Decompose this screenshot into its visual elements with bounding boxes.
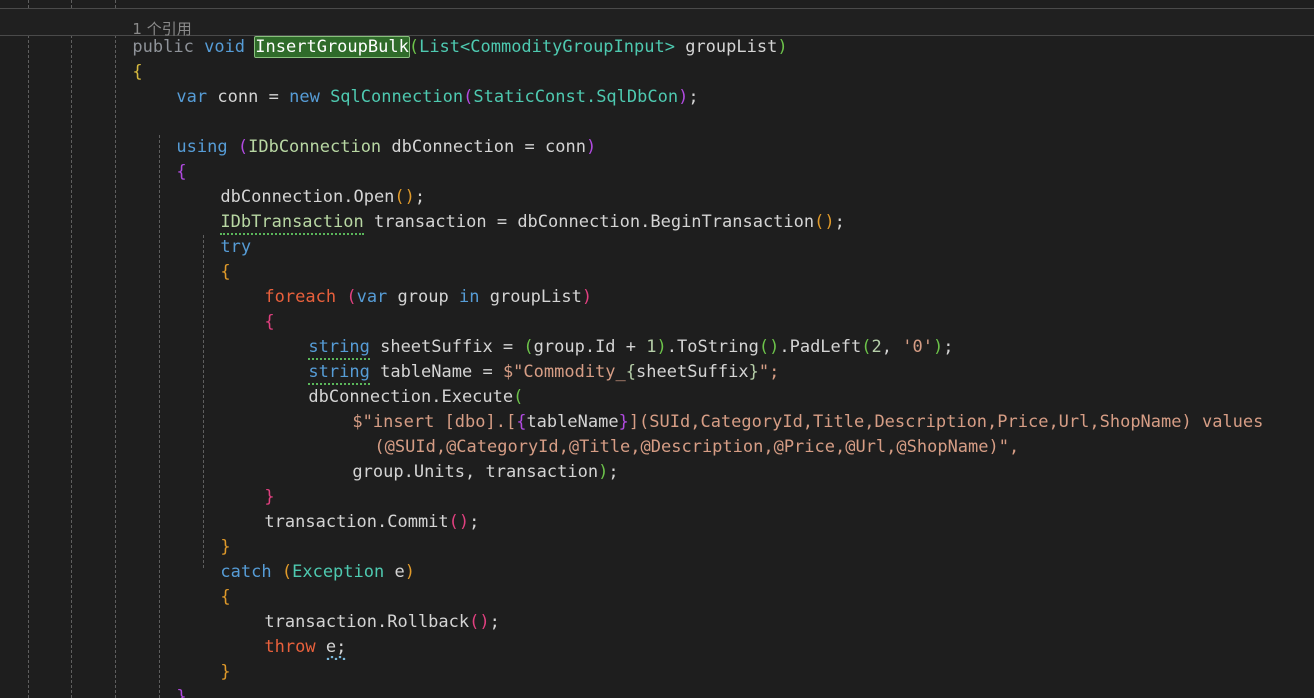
type-sqlconnection: SqlConnection bbox=[330, 87, 464, 107]
code-text-layer[interactable]: 1 个引用 public void InsertGroupBulk(List<C… bbox=[0, 0, 1314, 698]
line-execute-call: dbConnection.Execute( bbox=[308, 387, 524, 407]
keyword-in: in bbox=[458, 287, 480, 307]
param-name: groupList bbox=[685, 37, 778, 57]
interp-expr-sheetsuffix: sheetSuffix bbox=[636, 362, 749, 382]
ident-transaction: transaction bbox=[373, 212, 487, 232]
line-var-conn: var conn = new SqlConnection(StaticConst… bbox=[176, 87, 699, 107]
paren-open-icon: ( bbox=[408, 37, 420, 57]
param-type: List<CommodityGroupInput> bbox=[419, 37, 675, 57]
type-exception: Exception bbox=[292, 562, 385, 582]
find-match-method-name[interactable]: InsertGroupBulk bbox=[254, 36, 410, 58]
keyword-var: var bbox=[176, 87, 208, 107]
line-table-name: string tableName = $"Commodity_{sheetSuf… bbox=[247, 335, 779, 385]
line-using-close-brace: } bbox=[115, 660, 186, 698]
line-try: try bbox=[159, 210, 251, 257]
line-method-close-brace: } bbox=[71, 685, 143, 698]
line-catch: catch (Exception e) bbox=[220, 562, 415, 582]
line-execute-args: group.Units, transaction); bbox=[352, 462, 619, 482]
line-sql-values: (@SUId,@CategoryId,@Title,@Description,@… bbox=[313, 410, 1019, 457]
line-open-connection: dbConnection.Open(); bbox=[220, 187, 426, 207]
line-sheet-suffix: string sheetSuffix = (group.Id + 1).ToSt… bbox=[247, 310, 953, 360]
ident-dbconnection: dbConnection bbox=[391, 137, 515, 157]
ident-grouplist: groupList bbox=[489, 287, 582, 307]
code-editor-viewport[interactable]: 1 个引用 public void InsertGroupBulk(List<C… bbox=[0, 0, 1314, 698]
line-try-open-brace: { bbox=[159, 235, 230, 282]
keyword-var-2: var bbox=[356, 287, 388, 307]
line-throw: throw e; bbox=[203, 610, 346, 657]
arg-staticconst-sqldbcon: StaticConst.SqlDbCon bbox=[473, 87, 679, 107]
ident-throw-var: e; bbox=[325, 637, 347, 657]
line-sql-insert: $"insert [dbo].[{tableName}](SUId,Catego… bbox=[291, 385, 1263, 432]
line-catch-open-brace: { bbox=[159, 560, 230, 607]
ident-conn-ref: conn bbox=[545, 137, 586, 157]
line-foreach: foreach (var group in groupList) bbox=[264, 287, 593, 307]
line-method-open-brace: { bbox=[71, 35, 142, 82]
number-two: 2 bbox=[871, 337, 882, 357]
interp-string-suffix: "; bbox=[758, 362, 780, 382]
char-literal-zero: '0' bbox=[902, 337, 933, 357]
line-foreach-open-brace: { bbox=[203, 285, 274, 332]
interp-brace-close: } bbox=[748, 362, 759, 382]
ident-group: group bbox=[397, 287, 449, 307]
interp-brace-open: { bbox=[625, 362, 637, 382]
line-foreach-close-brace: } bbox=[203, 460, 274, 507]
line-method-signature[interactable]: public void InsertGroupBulk(List<Commodi… bbox=[71, 10, 788, 58]
operator-assign-2: = bbox=[524, 137, 535, 157]
line-rollback: transaction.Rollback(); bbox=[264, 612, 500, 632]
keyword-throw: throw bbox=[264, 637, 316, 657]
keyword-void: void bbox=[204, 37, 246, 57]
line-begin-transaction: IDbTransaction transaction = dbConnectio… bbox=[159, 185, 845, 235]
line-commit: transaction.Commit(); bbox=[264, 512, 480, 532]
brace-close-lvl2: } bbox=[176, 687, 187, 698]
type-idbconnection: IDbConnection bbox=[248, 137, 382, 157]
keyword-new: new bbox=[289, 87, 320, 107]
operator-assign: = bbox=[268, 87, 279, 107]
line-using-statement: using (IDbConnection dbConnection = conn… bbox=[176, 137, 597, 157]
line-try-close-brace: } bbox=[159, 510, 230, 557]
operator-assign-3: = bbox=[496, 212, 508, 232]
brace-close-lvl3b: } bbox=[220, 662, 231, 682]
line-catch-close-brace: } bbox=[159, 635, 230, 682]
ident-exception-var: e bbox=[394, 562, 405, 582]
keyword-foreach: foreach bbox=[264, 287, 337, 307]
paren-close-icon: ) bbox=[777, 37, 788, 57]
line-using-open-brace: { bbox=[115, 135, 186, 182]
ident-conn: conn bbox=[217, 87, 259, 107]
